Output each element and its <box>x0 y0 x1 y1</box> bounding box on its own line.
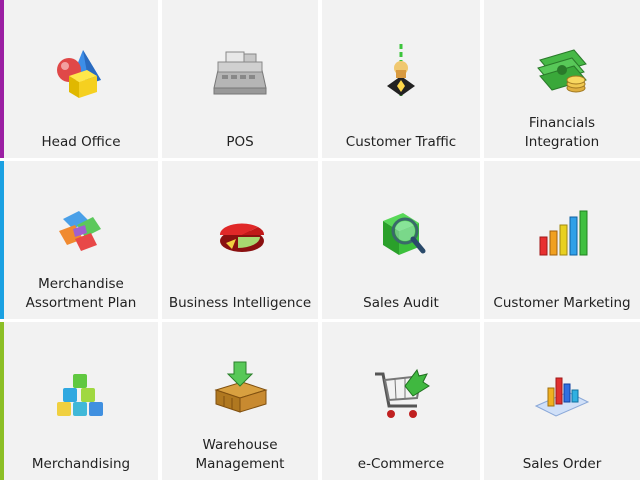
tile-customer-marketing[interactable]: Customer Marketing <box>484 161 640 319</box>
tile-row-3: Merchandising Warehouse Management e-Com… <box>0 322 640 480</box>
tile-e-commerce[interactable]: e-Commerce <box>322 322 480 480</box>
tile-head-office[interactable]: Head Office <box>4 0 158 158</box>
tile-financials-integration[interactable]: Financials Integration <box>484 0 640 158</box>
tile-merchandise-assortment-plan[interactable]: Merchandise Assortment Plan <box>4 161 158 319</box>
tile-business-intelligence[interactable]: Business Intelligence <box>162 161 318 319</box>
tile-label: POS <box>226 134 254 150</box>
bar-chart-icon <box>539 210 588 256</box>
tile-label: Sales Order <box>522 456 602 472</box>
money-stack-icon <box>537 49 587 93</box>
shapes-icon <box>57 50 101 98</box>
tile-customer-traffic[interactable]: Customer Traffic <box>322 0 480 158</box>
cubes-icon <box>57 374 103 416</box>
shopping-cart-icon <box>375 368 430 418</box>
tile-label: Warehouse Management <box>195 437 285 472</box>
tile-label: e-Commerce <box>357 456 445 472</box>
tile-label: Sales Audit <box>363 295 439 311</box>
tile-row-2: Merchandise Assortment Plan Business Int… <box>0 161 640 319</box>
warehouse-box-icon <box>214 361 268 413</box>
magnifier-cube-icon <box>383 213 426 255</box>
tile-label: Merchandising <box>31 456 131 472</box>
tile-row-1: Head Office POS Customer Traffic Financi… <box>0 0 640 158</box>
traffic-marker-icon <box>387 44 415 96</box>
3d-bar-chart-icon <box>534 377 590 417</box>
cash-register-icon <box>213 51 267 95</box>
tile-pos[interactable]: POS <box>162 0 318 158</box>
tile-label: Merchandise Assortment Plan <box>25 276 137 311</box>
tile-sales-audit[interactable]: Sales Audit <box>322 161 480 319</box>
puzzle-blocks-icon <box>59 211 101 251</box>
tile-sales-order[interactable]: Sales Order <box>484 322 640 480</box>
tile-label: Customer Marketing <box>493 295 631 311</box>
tile-warehouse-management[interactable]: Warehouse Management <box>162 322 318 480</box>
tile-label: Customer Traffic <box>345 134 457 150</box>
tile-label: Financials Integration <box>524 115 600 150</box>
tile-label: Head Office <box>41 134 121 150</box>
pie-chart-icon <box>219 223 265 252</box>
tile-label: Business Intelligence <box>168 295 312 311</box>
tile-merchandising[interactable]: Merchandising <box>4 322 158 480</box>
